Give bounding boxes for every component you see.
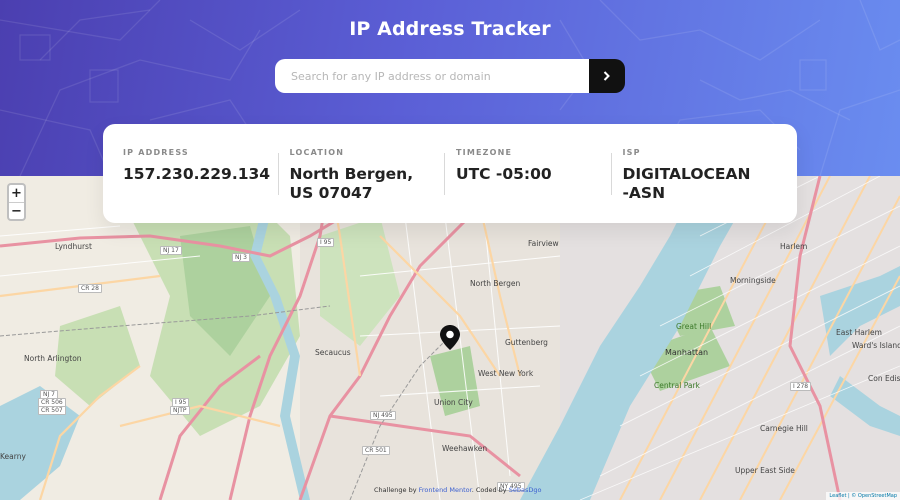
search-submit-button[interactable] [589,59,625,93]
road-shield: CR 501 [362,446,390,455]
map-label: Con Edison [868,374,900,383]
leaflet-attribution-link[interactable]: Leaflet | © OpenStreetMap [829,493,897,499]
map-label: Manhattan [665,348,709,357]
ip-address-value: 157.230.229.134 [123,165,271,183]
ip-info-card: IP ADDRESS 157.230.229.134 LOCATION Nort… [103,124,797,223]
search-input[interactable] [275,59,589,93]
timezone-label: TIMEZONE [456,148,513,157]
leaflet-attribution[interactable]: Leaflet | © OpenStreetMap [826,492,900,500]
zoom-in-button[interactable]: + [9,185,24,202]
attribution-prefix: Challenge by [374,486,417,494]
ip-address-label: IP ADDRESS [123,148,189,157]
road-shield: CR 507 [38,406,66,415]
map-label: Secaucus [315,348,351,357]
map-label: North Arlington [24,354,82,363]
isp-value: DIGITALOCEAN-ASN [622,165,751,202]
map-label: North Bergen [470,279,521,288]
map-label: Ward's Island [852,341,900,350]
road-shield: NJTP [170,406,190,415]
map-label: East Harlem [836,328,882,337]
road-shield: NJ 17 [160,246,182,255]
map-label: Upper East Side [735,466,795,475]
map-label: Fairview [528,239,559,248]
map-label: Lyndhurst [55,242,92,251]
page-title: IP Address Tracker [349,18,551,40]
search-bar [275,59,625,93]
zoom-control: + − [7,183,26,221]
location-value: North Bergen, US 07047 [289,165,414,202]
timezone-value: UTC -05:00 [456,165,552,183]
chevron-right-icon [603,71,610,81]
location-pin-icon[interactable] [440,325,460,354]
map-label: Harlem [780,242,808,251]
map-label: Central Park [654,381,700,390]
map-label: West New York [478,369,534,378]
map-label: Kearny [0,452,26,461]
map-label: Carnegie Hill [760,424,808,433]
road-shield: CR 28 [78,284,102,293]
author-link[interactable]: SebasDgo [509,486,542,494]
zoom-out-button[interactable]: − [9,202,24,219]
location-section: LOCATION North Bergen, US 07047 [277,148,445,223]
timezone-section: TIMEZONE UTC -05:00 [444,148,611,223]
road-shield: NJ 3 [232,253,250,262]
map-label: Great Hill [676,322,712,331]
map-label: Weehawken [442,444,488,453]
isp-label: ISP [622,148,641,157]
road-shield: NJ 495 [370,411,396,420]
road-shield: I 95 [317,238,335,247]
map-label: Morningside [730,276,776,285]
attribution-mid: . Coded by [471,486,507,494]
frontend-mentor-link[interactable]: Frontend Mentor [419,486,472,494]
map-label: Guttenberg [505,338,548,347]
location-label: LOCATION [289,148,345,157]
ip-address-section: IP ADDRESS 157.230.229.134 [123,148,278,223]
map-label: Union City [434,398,473,407]
isp-section: ISP DIGITALOCEAN-ASN [610,148,778,223]
challenge-attribution: Challenge by Frontend Mentor. Coded by S… [374,486,541,494]
road-shield: I 278 [790,382,812,391]
